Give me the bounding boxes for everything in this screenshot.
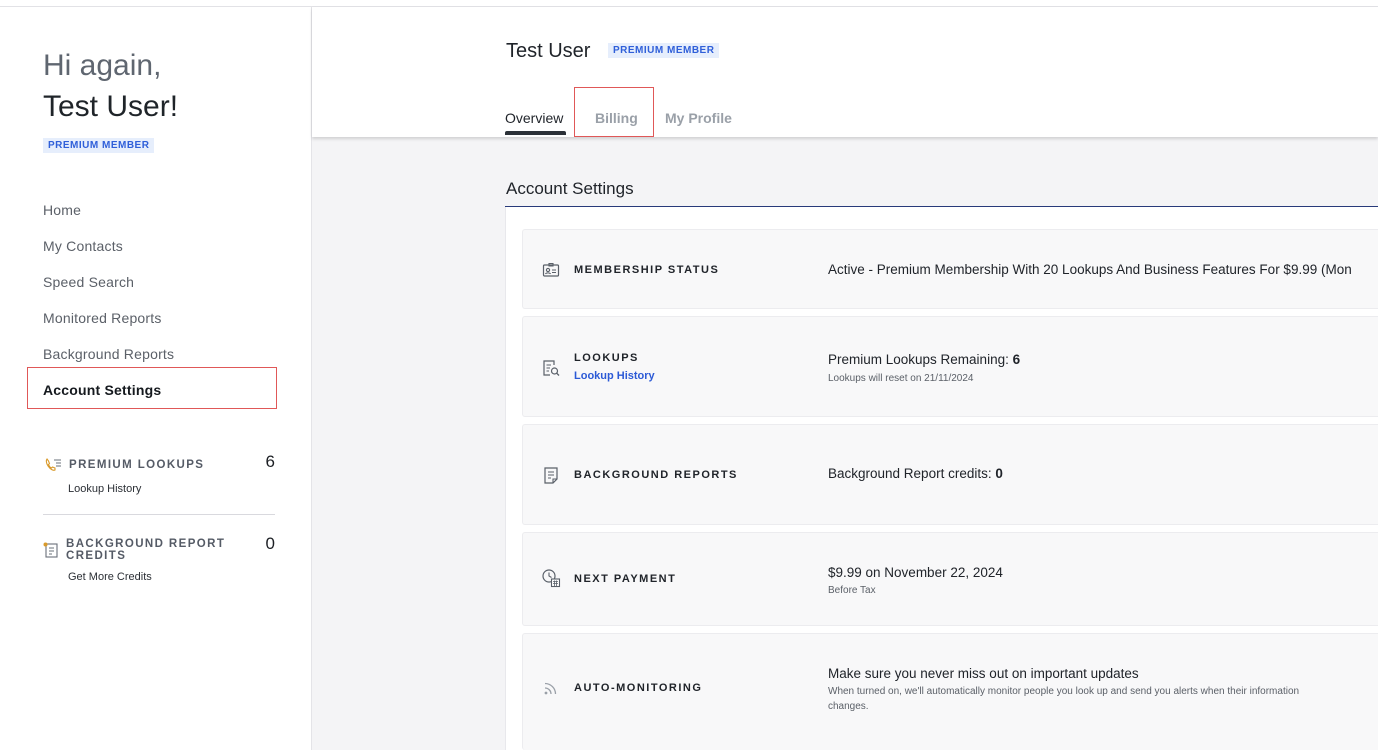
lookups-label: LOOKUPS — [574, 352, 639, 364]
sidebar-divider — [43, 514, 275, 515]
background-report-credits: Background Report credits: 0 — [828, 466, 1003, 481]
nav-item-my-contacts[interactable]: My Contacts — [43, 233, 174, 269]
document-search-icon — [541, 358, 561, 378]
calendar-clock-icon — [541, 568, 561, 588]
background-reports-card: BACKGROUND REPORTS Background Report cre… — [522, 424, 1378, 525]
lookup-history-link[interactable]: Lookup History — [574, 370, 655, 382]
report-icon — [541, 465, 561, 485]
id-card-icon — [541, 260, 561, 280]
auto-monitoring-description-cont: changes. — [828, 701, 869, 712]
before-tax-note: Before Tax — [828, 585, 876, 596]
lookups-remaining-count: 6 — [1012, 352, 1021, 367]
lookups-card: LOOKUPS Lookup History Premium Lookups R… — [522, 316, 1378, 417]
sidebar: Hi again, Test User! PREMIUM MEMBER Home… — [0, 7, 312, 750]
auto-monitoring-label: AUTO-MONITORING — [574, 682, 703, 694]
phone-list-icon — [43, 456, 63, 474]
auto-monitoring-description: When turned on, we'll automatically moni… — [828, 686, 1300, 697]
tab-overview[interactable]: Overview — [505, 110, 563, 126]
lookups-remaining-label: Premium Lookups Remaining: — [828, 352, 1009, 367]
auto-monitoring-heading: Make sure you never miss out on importan… — [828, 666, 1139, 681]
membership-status-label: MEMBERSHIP STATUS — [574, 264, 720, 276]
title-rule — [505, 206, 1378, 207]
next-payment-card: NEXT PAYMENT $9.99 on November 22, 2024 … — [522, 532, 1378, 626]
profile-header: Test User PREMIUM MEMBER Overview Billin… — [312, 7, 1378, 137]
active-tab-indicator — [505, 131, 566, 135]
report-credits-label: BACKGROUND REPORT CREDITS — [66, 538, 226, 562]
nav-item-speed-search[interactable]: Speed Search — [43, 269, 174, 305]
next-payment-value: $9.99 on November 22, 2024 — [828, 565, 1003, 580]
lookups-remaining: Premium Lookups Remaining: 6 — [828, 352, 1020, 367]
nav-item-home[interactable]: Home — [43, 197, 174, 233]
billing-tab-highlight — [574, 87, 654, 137]
premium-member-badge: PREMIUM MEMBER — [43, 138, 155, 153]
membership-status-card: MEMBERSHIP STATUS Active - Premium Membe… — [522, 229, 1378, 309]
next-payment-label: NEXT PAYMENT — [574, 573, 677, 585]
nav-item-monitored-reports[interactable]: Monitored Reports — [43, 305, 174, 341]
greeting-name: Test User! — [43, 90, 179, 123]
report-credit-icon — [43, 541, 59, 559]
background-reports-label: BACKGROUND REPORTS — [574, 469, 738, 481]
account-settings-highlight — [27, 367, 277, 409]
lookups-reset-note: Lookups will reset on 21/11/2024 — [828, 373, 974, 384]
rss-icon — [541, 678, 561, 698]
premium-lookups-count: 6 — [265, 452, 275, 471]
report-credits-count: 0 — [265, 534, 275, 553]
header-premium-badge: PREMIUM MEMBER — [608, 43, 720, 58]
greeting-line1: Hi again, — [43, 49, 162, 82]
user-name: Test User — [506, 40, 591, 62]
premium-lookups-stat: PREMIUM LOOKUPS 6 Lookup History — [43, 452, 275, 495]
page-title: Account Settings — [506, 179, 634, 198]
membership-status-value: Active - Premium Membership With 20 Look… — [828, 262, 1352, 277]
premium-lookups-label: PREMIUM LOOKUPS — [69, 459, 205, 471]
auto-monitoring-card: AUTO-MONITORING Make sure you never miss… — [522, 633, 1378, 750]
report-credits-stat: BACKGROUND REPORT CREDITS 0 Get More Cre… — [43, 534, 275, 583]
background-report-credits-label: Background Report credits: — [828, 466, 992, 481]
tab-my-profile[interactable]: My Profile — [665, 110, 732, 126]
sidebar-lookup-history-link[interactable]: Lookup History — [68, 483, 275, 495]
get-more-credits-link[interactable]: Get More Credits — [68, 571, 275, 583]
top-bar — [0, 0, 1378, 7]
background-report-credits-count: 0 — [995, 466, 1003, 481]
